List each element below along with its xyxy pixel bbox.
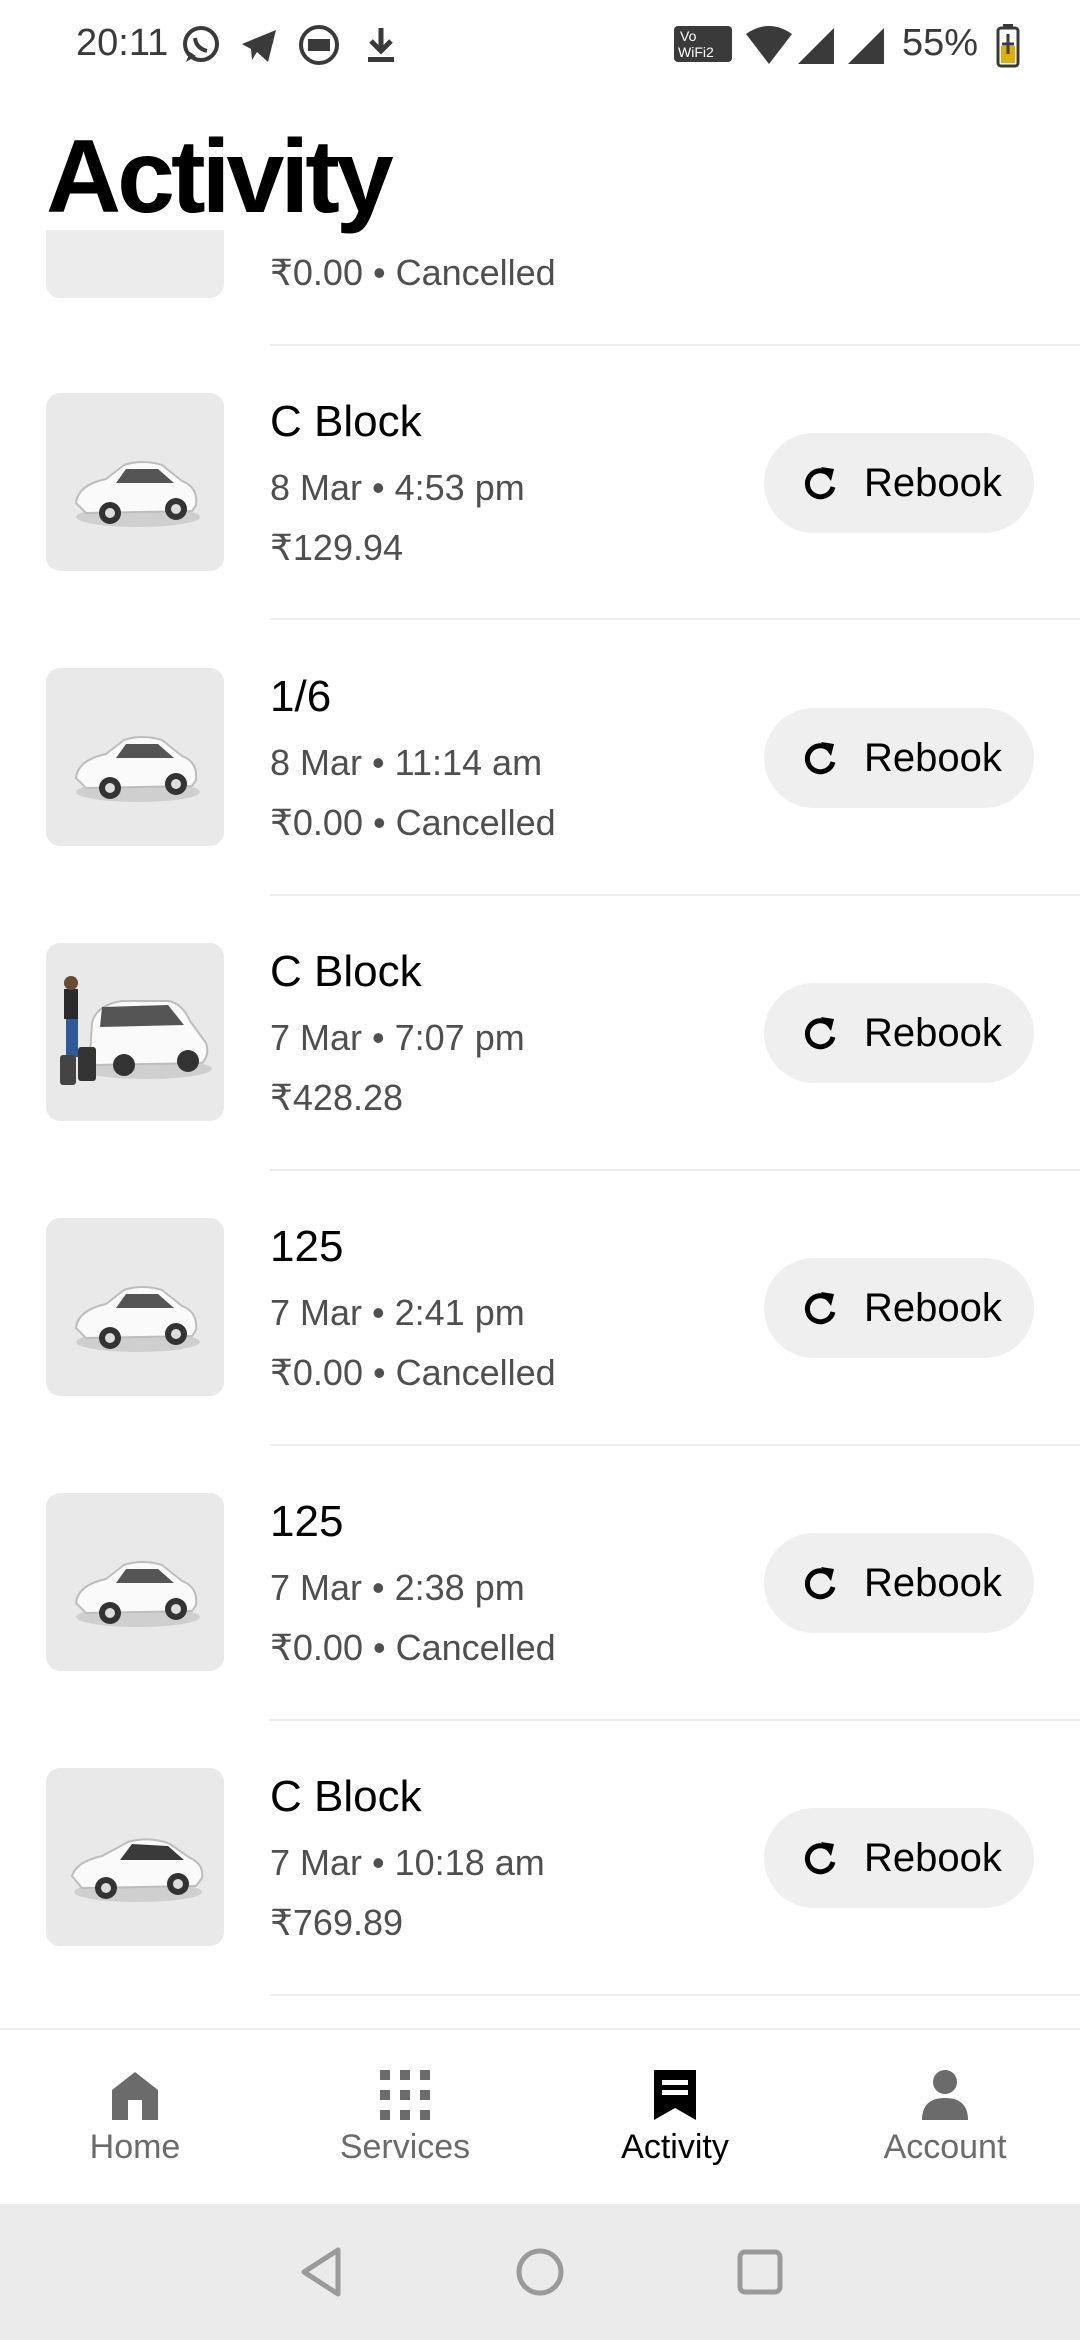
trip-date: 8 Mar • 4:53 pm: [270, 467, 525, 508]
trip-fare: ₹0.00 • Cancelled: [270, 1627, 556, 1668]
rebook-icon: [800, 1838, 840, 1878]
nav-services[interactable]: Services: [270, 2030, 540, 2206]
list-item[interactable]: C Block 7 Mar • 10:18 am ₹769.89 Rebook: [0, 1768, 1080, 2028]
trip-fare: ₹428.28: [270, 1077, 404, 1118]
trip-title: 125: [270, 1497, 344, 1546]
receipt-icon: [648, 2068, 702, 2122]
rebook-button[interactable]: Rebook: [764, 1533, 1034, 1633]
divider: [270, 344, 1080, 346]
vehicle-thumbnail: [46, 230, 224, 298]
rebook-icon: [800, 738, 840, 778]
divider: [270, 1719, 1080, 1721]
rebook-label: Rebook: [864, 1011, 1002, 1055]
nav-label: Home: [89, 2128, 181, 2166]
telegram-icon: [238, 24, 280, 71]
rebook-label: Rebook: [864, 1836, 1002, 1880]
trip-list[interactable]: ₹0.00 • Cancelled C Block 8 Mar • 4:53 p…: [0, 230, 1080, 2028]
trip-fare: ₹769.89: [270, 1902, 404, 1943]
whatsapp-icon: [180, 24, 222, 71]
divider: [270, 1169, 1080, 1171]
home-button[interactable]: [510, 2242, 570, 2302]
home-icon: [108, 2068, 162, 2122]
wifi-icon: [746, 24, 792, 71]
trip-title: C Block: [270, 397, 422, 446]
nav-activity[interactable]: Activity: [540, 2030, 810, 2206]
car-image: [46, 1218, 224, 1396]
system-navigation-bar: [0, 2204, 1080, 2340]
rebook-icon: [800, 1563, 840, 1603]
nav-home[interactable]: Home: [0, 2030, 270, 2206]
trip-fare: ₹0.00 • Cancelled: [270, 1352, 556, 1393]
grid-icon: [378, 2068, 432, 2122]
trip-title: 1/6: [270, 672, 332, 721]
rebook-icon: [800, 1288, 840, 1328]
divider: [270, 1444, 1080, 1446]
trip-date: 8 Mar • 11:14 am: [270, 742, 543, 783]
back-button[interactable]: [294, 2242, 354, 2302]
list-item[interactable]: C Block 8 Mar • 4:53 pm ₹129.94 Rebook: [0, 393, 1080, 667]
trip-date: 7 Mar • 2:41 pm: [270, 1292, 525, 1333]
trip-title: C Block: [270, 947, 422, 996]
trip-fare: ₹0.00 • Cancelled: [270, 252, 556, 293]
rebook-label: Rebook: [864, 736, 1002, 780]
list-item[interactable]: C Block 7 Mar • 7:07 pm ₹428.28 Rebook: [0, 943, 1080, 1217]
trip-fare: ₹0.00 • Cancelled: [270, 802, 556, 843]
vowifi-icon: Vo WiFi2: [674, 24, 732, 69]
trip-fare: ₹129.94: [270, 527, 404, 568]
rebook-label: Rebook: [864, 1561, 1002, 1605]
trip-date: 7 Mar • 10:18 am: [270, 1842, 545, 1883]
svg-text:Vo: Vo: [680, 28, 697, 44]
nav-label: Account: [883, 2128, 1007, 2166]
rebook-button[interactable]: Rebook: [764, 983, 1034, 1083]
suv-with-passenger-image: [46, 943, 224, 1121]
battery-charging-icon: [996, 24, 1020, 73]
rebook-label: Rebook: [864, 1286, 1002, 1330]
list-item[interactable]: 125 7 Mar • 2:41 pm ₹0.00 • Cancelled Re…: [0, 1218, 1080, 1492]
rebook-label: Rebook: [864, 461, 1002, 505]
signal-icon: [796, 24, 836, 71]
trip-date: 7 Mar • 2:38 pm: [270, 1567, 525, 1608]
car-image: [46, 393, 224, 571]
divider: [270, 894, 1080, 896]
person-icon: [918, 2068, 972, 2122]
divider: [270, 1994, 1080, 1996]
car-image: [46, 1493, 224, 1671]
list-item[interactable]: 125 7 Mar • 2:38 pm ₹0.00 • Cancelled Re…: [0, 1493, 1080, 1767]
nav-account[interactable]: Account: [810, 2030, 1080, 2206]
svg-text:WiFi2: WiFi2: [678, 44, 714, 60]
app-badge-icon: [298, 24, 340, 71]
rebook-button[interactable]: Rebook: [764, 1258, 1034, 1358]
rebook-button[interactable]: Rebook: [764, 1808, 1034, 1908]
nav-label: Services: [339, 2128, 471, 2166]
rebook-icon: [800, 463, 840, 503]
status-time: 20:11: [76, 22, 169, 64]
page-title: Activity: [46, 119, 394, 235]
trip-title: C Block: [270, 1772, 422, 1821]
recents-button[interactable]: [730, 2242, 790, 2302]
trip-title: 125: [270, 1222, 344, 1271]
list-item[interactable]: 1/6 8 Mar • 11:14 am ₹0.00 • Cancelled R…: [0, 668, 1080, 942]
nav-label: Activity: [621, 2128, 729, 2166]
trip-date: 7 Mar • 7:07 pm: [270, 1017, 525, 1058]
rebook-button[interactable]: Rebook: [764, 708, 1034, 808]
status-bar: 20:11 Vo WiFi2 55%: [0, 0, 1080, 92]
premium-car-image: [46, 1768, 224, 1946]
battery-percentage: 55%: [902, 22, 979, 64]
rebook-icon: [800, 1013, 840, 1053]
download-icon: [360, 24, 402, 71]
list-item[interactable]: ₹0.00 • Cancelled: [0, 230, 1080, 346]
signal-icon: [846, 24, 886, 71]
divider: [270, 618, 1080, 620]
rebook-button[interactable]: Rebook: [764, 433, 1034, 533]
bottom-navigation: Home Services Activity Account: [0, 2028, 1080, 2206]
car-image: [46, 668, 224, 846]
